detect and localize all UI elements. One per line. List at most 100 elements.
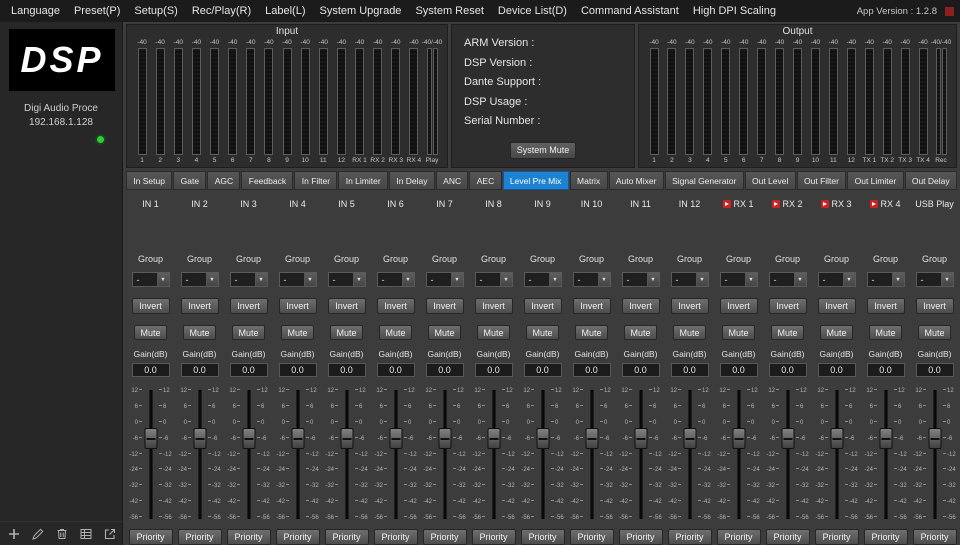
invert-button[interactable]: Invert bbox=[867, 298, 905, 314]
mute-button[interactable]: Mute bbox=[232, 325, 265, 340]
invert-button[interactable]: Invert bbox=[475, 298, 513, 314]
fader-handle[interactable] bbox=[732, 428, 745, 449]
fader-handle[interactable] bbox=[389, 428, 402, 449]
tab-out-filter[interactable]: Out Filter bbox=[797, 171, 847, 190]
invert-button[interactable]: Invert bbox=[279, 298, 317, 314]
chevron-down-icon[interactable]: ▼ bbox=[794, 273, 806, 286]
delete-icon[interactable] bbox=[55, 526, 69, 541]
fader-track[interactable] bbox=[485, 386, 502, 523]
group-select[interactable]: -▼ bbox=[328, 272, 366, 287]
device-list-item[interactable]: Digi Audio Proce 192.168.1.128 bbox=[2, 97, 120, 148]
edit-icon[interactable] bbox=[31, 526, 45, 541]
fader-track[interactable] bbox=[828, 386, 845, 523]
tab-out-limiter[interactable]: Out Limiter bbox=[847, 171, 903, 190]
fader-track[interactable] bbox=[142, 386, 159, 523]
invert-button[interactable]: Invert bbox=[573, 298, 611, 314]
fader-track[interactable] bbox=[583, 386, 600, 523]
group-select[interactable]: -▼ bbox=[818, 272, 856, 287]
tab-feedback[interactable]: Feedback bbox=[241, 171, 293, 190]
group-select[interactable]: -▼ bbox=[132, 272, 170, 287]
priority-button[interactable]: Priority bbox=[913, 529, 957, 545]
chevron-down-icon[interactable]: ▼ bbox=[304, 273, 316, 286]
menu-item-label-l-[interactable]: Label(L) bbox=[258, 2, 312, 20]
chevron-down-icon[interactable]: ▼ bbox=[598, 273, 610, 286]
chevron-down-icon[interactable]: ▼ bbox=[745, 273, 757, 286]
priority-button[interactable]: Priority bbox=[472, 529, 516, 545]
chevron-down-icon[interactable]: ▼ bbox=[696, 273, 708, 286]
fader-track[interactable] bbox=[289, 386, 306, 523]
mute-button[interactable]: Mute bbox=[918, 325, 951, 340]
tab-signal-generator[interactable]: Signal Generator bbox=[665, 171, 744, 190]
invert-button[interactable]: Invert bbox=[916, 298, 954, 314]
menu-item-language[interactable]: Language bbox=[4, 2, 67, 20]
fader-handle[interactable] bbox=[830, 428, 843, 449]
invert-button[interactable]: Invert bbox=[622, 298, 660, 314]
menu-item-high-dpi-scaling[interactable]: High DPI Scaling bbox=[686, 2, 783, 20]
gain-value[interactable]: 0.0 bbox=[475, 363, 513, 377]
gain-value[interactable]: 0.0 bbox=[916, 363, 954, 377]
gain-value[interactable]: 0.0 bbox=[524, 363, 562, 377]
tab-in-delay[interactable]: In Delay bbox=[389, 171, 435, 190]
fader-handle[interactable] bbox=[879, 428, 892, 449]
chevron-down-icon[interactable]: ▼ bbox=[157, 273, 169, 286]
chevron-down-icon[interactable]: ▼ bbox=[941, 273, 953, 286]
priority-button[interactable]: Priority bbox=[766, 529, 810, 545]
priority-button[interactable]: Priority bbox=[521, 529, 565, 545]
fader-track[interactable] bbox=[387, 386, 404, 523]
priority-button[interactable]: Priority bbox=[129, 529, 173, 545]
fader-handle[interactable] bbox=[536, 428, 549, 449]
mute-button[interactable]: Mute bbox=[526, 325, 559, 340]
gain-value[interactable]: 0.0 bbox=[867, 363, 905, 377]
gain-value[interactable]: 0.0 bbox=[622, 363, 660, 377]
fader-handle[interactable] bbox=[340, 428, 353, 449]
tab-out-level[interactable]: Out Level bbox=[745, 171, 796, 190]
tab-gate[interactable]: Gate bbox=[173, 171, 206, 190]
group-select[interactable]: -▼ bbox=[867, 272, 905, 287]
invert-button[interactable]: Invert bbox=[132, 298, 170, 314]
fader-handle[interactable] bbox=[781, 428, 794, 449]
priority-button[interactable]: Priority bbox=[325, 529, 369, 545]
mute-button[interactable]: Mute bbox=[771, 325, 804, 340]
priority-button[interactable]: Priority bbox=[619, 529, 663, 545]
invert-button[interactable]: Invert bbox=[671, 298, 709, 314]
invert-button[interactable]: Invert bbox=[426, 298, 464, 314]
priority-button[interactable]: Priority bbox=[570, 529, 614, 545]
group-select[interactable]: -▼ bbox=[475, 272, 513, 287]
fader-track[interactable] bbox=[730, 386, 747, 523]
invert-button[interactable]: Invert bbox=[818, 298, 856, 314]
chevron-down-icon[interactable]: ▼ bbox=[549, 273, 561, 286]
fader-handle[interactable] bbox=[291, 428, 304, 449]
gain-value[interactable]: 0.0 bbox=[818, 363, 856, 377]
fader-handle[interactable] bbox=[438, 428, 451, 449]
system-mute-button[interactable]: System Mute bbox=[510, 142, 576, 159]
chevron-down-icon[interactable]: ▼ bbox=[451, 273, 463, 286]
tab-out-delay[interactable]: Out Delay bbox=[905, 171, 957, 190]
export-icon[interactable] bbox=[103, 526, 117, 541]
priority-button[interactable]: Priority bbox=[815, 529, 859, 545]
fader-track[interactable] bbox=[338, 386, 355, 523]
fader-handle[interactable] bbox=[634, 428, 647, 449]
chevron-down-icon[interactable]: ▼ bbox=[500, 273, 512, 286]
add-device-icon[interactable] bbox=[7, 526, 21, 541]
gain-value[interactable]: 0.0 bbox=[573, 363, 611, 377]
group-select[interactable]: -▼ bbox=[426, 272, 464, 287]
mute-button[interactable]: Mute bbox=[183, 325, 216, 340]
tab-anc[interactable]: ANC bbox=[436, 171, 469, 190]
invert-button[interactable]: Invert bbox=[181, 298, 219, 314]
group-select[interactable]: -▼ bbox=[671, 272, 709, 287]
chevron-down-icon[interactable]: ▼ bbox=[255, 273, 267, 286]
tab-in-setup[interactable]: In Setup bbox=[126, 171, 172, 190]
tab-matrix[interactable]: Matrix bbox=[570, 171, 608, 190]
invert-button[interactable]: Invert bbox=[328, 298, 366, 314]
priority-button[interactable]: Priority bbox=[227, 529, 271, 545]
fader-handle[interactable] bbox=[193, 428, 206, 449]
invert-button[interactable]: Invert bbox=[524, 298, 562, 314]
menu-item-setup-s-[interactable]: Setup(S) bbox=[127, 2, 184, 20]
gain-value[interactable]: 0.0 bbox=[328, 363, 366, 377]
invert-button[interactable]: Invert bbox=[769, 298, 807, 314]
priority-button[interactable]: Priority bbox=[423, 529, 467, 545]
gain-value[interactable]: 0.0 bbox=[720, 363, 758, 377]
mute-button[interactable]: Mute bbox=[820, 325, 853, 340]
menu-item-command-assistant[interactable]: Command Assistant bbox=[574, 2, 686, 20]
chevron-down-icon[interactable]: ▼ bbox=[892, 273, 904, 286]
